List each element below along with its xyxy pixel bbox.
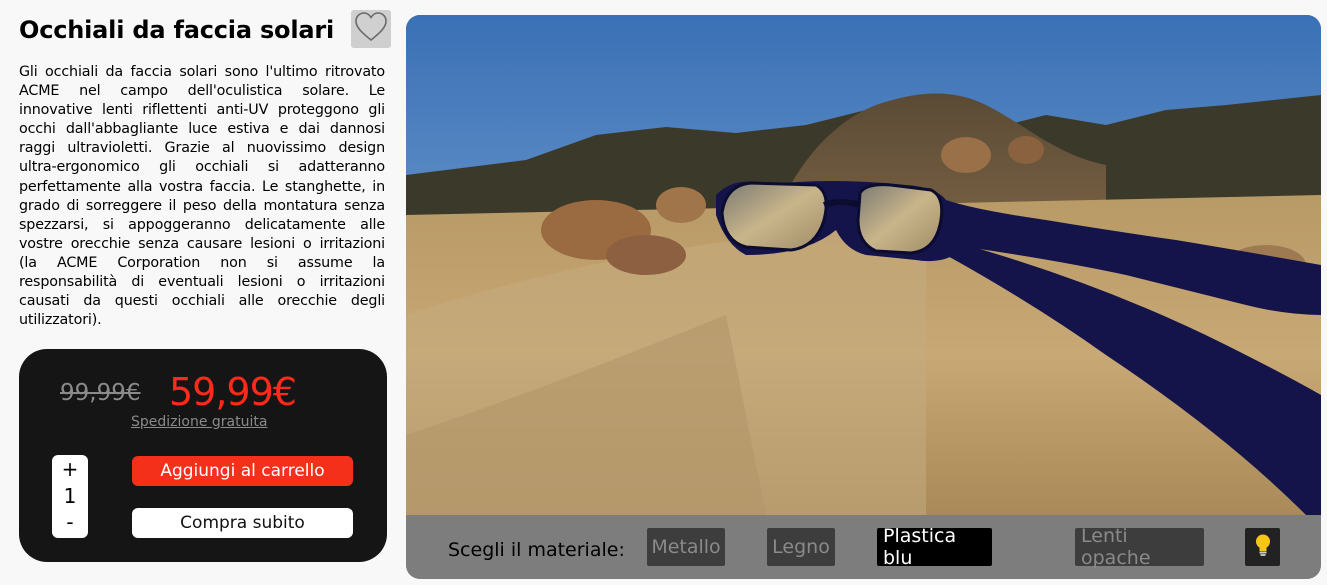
- lighting-toggle-button[interactable]: [1245, 528, 1280, 566]
- sale-price: 59,99€: [169, 370, 297, 414]
- purchase-panel: 99,99€ 59,99€ Spedizione gratuita + 1 - …: [19, 349, 387, 562]
- heart-icon: [354, 11, 388, 47]
- favorite-button[interactable]: [351, 10, 391, 48]
- quantity-stepper: + 1 -: [52, 455, 88, 538]
- material-label: Scegli il materiale:: [448, 539, 625, 561]
- free-shipping-link[interactable]: Spedizione gratuita: [131, 414, 267, 430]
- quantity-decrease-button[interactable]: -: [52, 510, 88, 534]
- product-3d-viewer[interactable]: Scegli il materiale: Metallo Legno Plast…: [406, 15, 1321, 579]
- material-toolbar: Scegli il materiale: Metallo Legno Plast…: [406, 515, 1321, 579]
- lightbulb-icon: [1254, 533, 1272, 561]
- add-to-cart-button[interactable]: Aggiungi al carrello: [132, 456, 353, 486]
- material-metal-button[interactable]: Metallo: [647, 528, 725, 566]
- quantity-increase-button[interactable]: +: [52, 457, 88, 481]
- old-price: 99,99€: [60, 380, 141, 406]
- buy-now-button[interactable]: Compra subito: [132, 508, 353, 538]
- product-description: Gli occhiali da faccia solari sono l'ult…: [19, 64, 385, 329]
- product-title: Occhiali da faccia solari: [19, 16, 335, 44]
- material-blue-plastic-button[interactable]: Plastica blu: [877, 525, 992, 569]
- matte-lenses-button[interactable]: Lenti opache: [1075, 525, 1204, 569]
- material-wood-button[interactable]: Legno: [767, 528, 835, 566]
- quantity-value: 1: [63, 483, 77, 508]
- product-info: Occhiali da faccia solari Gli occhiali d…: [19, 10, 391, 328]
- 3d-scene[interactable]: [406, 15, 1321, 515]
